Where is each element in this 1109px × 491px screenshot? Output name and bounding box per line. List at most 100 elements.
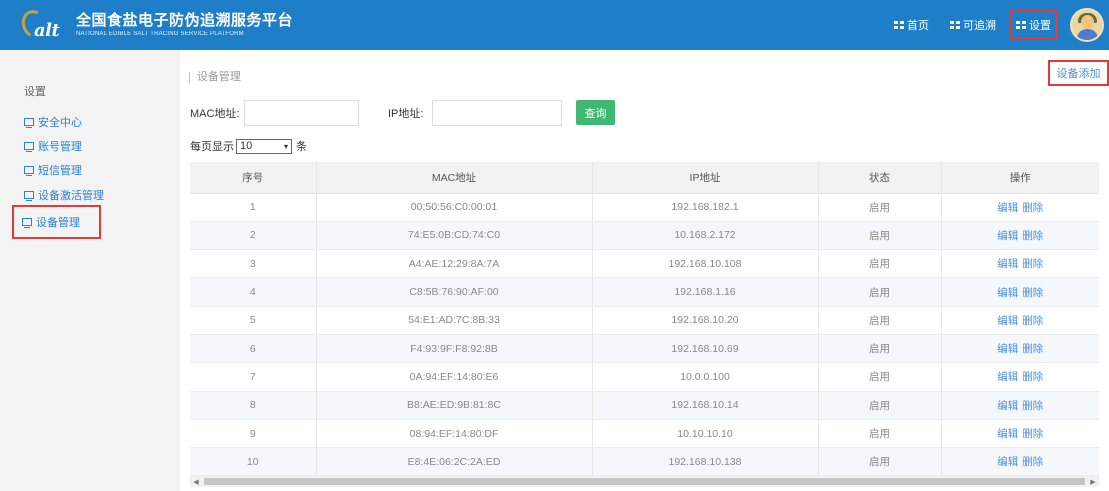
actions-cell: 编辑 删除: [941, 362, 1099, 392]
scroll-right-icon[interactable]: ▶: [1087, 476, 1099, 487]
actions-cell: 编辑 删除: [941, 306, 1099, 335]
sidebar-title: 设置: [24, 86, 46, 98]
edit-link[interactable]: 编辑: [997, 230, 1018, 242]
table-row: 2 74:E5:0B:CD:74:C0 10.168.2.172 启用 编辑 删除: [190, 221, 1099, 251]
status-cell: 启用: [818, 306, 942, 335]
actions-cell: 编辑 删除: [941, 221, 1099, 251]
top-header: alt 全国食盐电子防伪追溯服务平台 NATIONAL EDIBLE SALT …: [0, 0, 1109, 50]
ip-address-cell: 192.168.10.108: [592, 249, 819, 279]
edit-link[interactable]: 编辑: [997, 258, 1018, 270]
nav-home[interactable]: 首页: [894, 15, 929, 35]
table-row: 1 00:50:56:C0:00:01 192.168.182.1 启用 编辑 删除: [190, 193, 1099, 222]
delete-link[interactable]: 删除: [1022, 371, 1043, 383]
monitor-icon: [24, 118, 34, 128]
main-content: | 设备管理 设备添加 MAC地址: IP地址: 查询 每页显示 10 ▾ 条 序…: [180, 50, 1109, 491]
query-button[interactable]: 查询: [576, 100, 615, 125]
breadcrumb: | 设备管理: [188, 71, 241, 83]
mac-address-cell: 00:50:56:C0:00:01: [316, 193, 593, 222]
edit-link[interactable]: 编辑: [997, 287, 1018, 299]
scroll-left-icon[interactable]: ◀: [190, 476, 202, 487]
column-header: 操作: [941, 162, 1099, 194]
delete-link[interactable]: 删除: [1022, 230, 1043, 242]
delete-link[interactable]: 删除: [1022, 400, 1043, 412]
delete-link[interactable]: 删除: [1022, 315, 1043, 327]
ip-address-cell: 192.168.10.138: [592, 447, 819, 476]
actions-cell: 编辑 删除: [941, 419, 1099, 449]
delete-link[interactable]: 删除: [1022, 258, 1043, 270]
user-avatar[interactable]: [1070, 8, 1104, 42]
column-header: IP地址: [592, 162, 819, 194]
sidebar-item-account-management[interactable]: 账号管理: [24, 138, 82, 154]
add-device-button[interactable]: 设备添加: [1048, 60, 1109, 86]
ip-address-cell: 192.168.10.69: [592, 334, 819, 364]
mac-label: MAC地址:: [190, 108, 240, 120]
mac-address-cell: A4:AE:12:29:8A:7A: [316, 249, 593, 279]
nav-settings-label: 设置: [1029, 19, 1051, 32]
edit-link[interactable]: 编辑: [997, 315, 1018, 327]
horizontal-scrollbar[interactable]: ◀ ▶: [190, 476, 1099, 487]
delete-link[interactable]: 删除: [1022, 428, 1043, 440]
nav-settings[interactable]: 设置: [1010, 10, 1057, 39]
device-table: 序号 MAC地址 IP地址 状态 操作 1 00:50:56:C0:00:01 19…: [190, 162, 1099, 476]
delete-link[interactable]: 删除: [1022, 343, 1043, 355]
status-cell: 启用: [818, 391, 942, 420]
mac-address-cell: E8:4E:06:2C:2A:ED: [316, 447, 593, 476]
sidebar-item-label: 设备激活管理: [38, 190, 104, 202]
sidebar-item-sms-management[interactable]: 短信管理: [24, 162, 82, 178]
ip-address-cell: 10.168.2.172: [592, 221, 819, 251]
ip-address-cell: 192.168.10.14: [592, 391, 819, 420]
edit-link[interactable]: 编辑: [997, 202, 1018, 214]
edit-link[interactable]: 编辑: [997, 343, 1018, 355]
status-cell: 启用: [818, 447, 942, 476]
ip-input[interactable]: [432, 100, 562, 126]
actions-cell: 编辑 删除: [941, 277, 1099, 307]
table-row: 4 C8:5B:76:90:AF:00 192.168.1.16 启用 编辑 删除: [190, 277, 1099, 307]
actions-cell: 编辑 删除: [941, 447, 1099, 476]
monitor-icon: [22, 218, 32, 228]
page-size-prefix: 每页显示: [190, 141, 234, 153]
row-number: 9: [190, 419, 317, 449]
delete-link[interactable]: 删除: [1022, 456, 1043, 468]
logo-text: 全国食盐电子防伪追溯服务平台 NATIONAL EDIBLE SALT TRAC…: [76, 12, 293, 38]
status-cell: 启用: [818, 193, 942, 222]
status-cell: 启用: [818, 362, 942, 392]
platform-subtitle: NATIONAL EDIBLE SALT TRACING SERVICE PLA…: [76, 31, 244, 37]
actions-cell: 编辑 删除: [941, 249, 1099, 279]
status-cell: 启用: [818, 419, 942, 449]
nav-traceable[interactable]: 可追溯: [950, 15, 996, 35]
logo-salt-word: alt: [34, 20, 60, 41]
mac-address-cell: C8:5B:76:90:AF:00: [316, 277, 593, 307]
row-number: 6: [190, 334, 317, 364]
sidebar-item-device-management[interactable]: 设备管理: [12, 205, 101, 239]
platform-logo[interactable]: alt 全国食盐电子防伪追溯服务平台 NATIONAL EDIBLE SALT …: [17, 6, 293, 44]
edit-link[interactable]: 编辑: [997, 400, 1018, 412]
monitor-icon: [24, 191, 34, 201]
table-row: 10 E8:4E:06:2C:2A:ED 192.168.10.138 启用 编辑 删除: [190, 447, 1099, 476]
ip-address-cell: 192.168.10.20: [592, 306, 819, 335]
column-header: MAC地址: [316, 162, 593, 194]
row-number: 8: [190, 391, 317, 420]
mac-address-cell: F4:93:9F:F8:92:8B: [316, 334, 593, 364]
sidebar-item-label: 短信管理: [38, 165, 82, 177]
scrollbar-thumb[interactable]: [204, 478, 1085, 485]
edit-link[interactable]: 编辑: [997, 456, 1018, 468]
page-size-select[interactable]: 10 ▾: [236, 138, 292, 154]
sidebar-item-device-activation[interactable]: 设备激活管理: [24, 187, 104, 203]
mac-input[interactable]: [244, 100, 359, 126]
status-cell: 启用: [818, 277, 942, 307]
edit-link[interactable]: 编辑: [997, 428, 1018, 440]
table-row: 6 F4:93:9F:F8:92:8B 192.168.10.69 启用 编辑 删除: [190, 334, 1099, 364]
delete-link[interactable]: 删除: [1022, 287, 1043, 299]
sidebar-item-label: 设备管理: [36, 217, 80, 229]
mac-address-cell: 74:E5:0B:CD:74:C0: [316, 221, 593, 251]
status-cell: 启用: [818, 249, 942, 279]
row-number: 5: [190, 306, 317, 335]
grid-icon: [894, 21, 904, 29]
ip-address-cell: 192.168.1.16: [592, 277, 819, 307]
sidebar-item-label: 安全中心: [38, 117, 82, 129]
edit-link[interactable]: 编辑: [997, 371, 1018, 383]
breadcrumb-current: 设备管理: [196, 71, 241, 83]
delete-link[interactable]: 删除: [1022, 202, 1043, 214]
status-cell: 启用: [818, 221, 942, 251]
sidebar-item-security-center[interactable]: 安全中心: [24, 114, 82, 130]
